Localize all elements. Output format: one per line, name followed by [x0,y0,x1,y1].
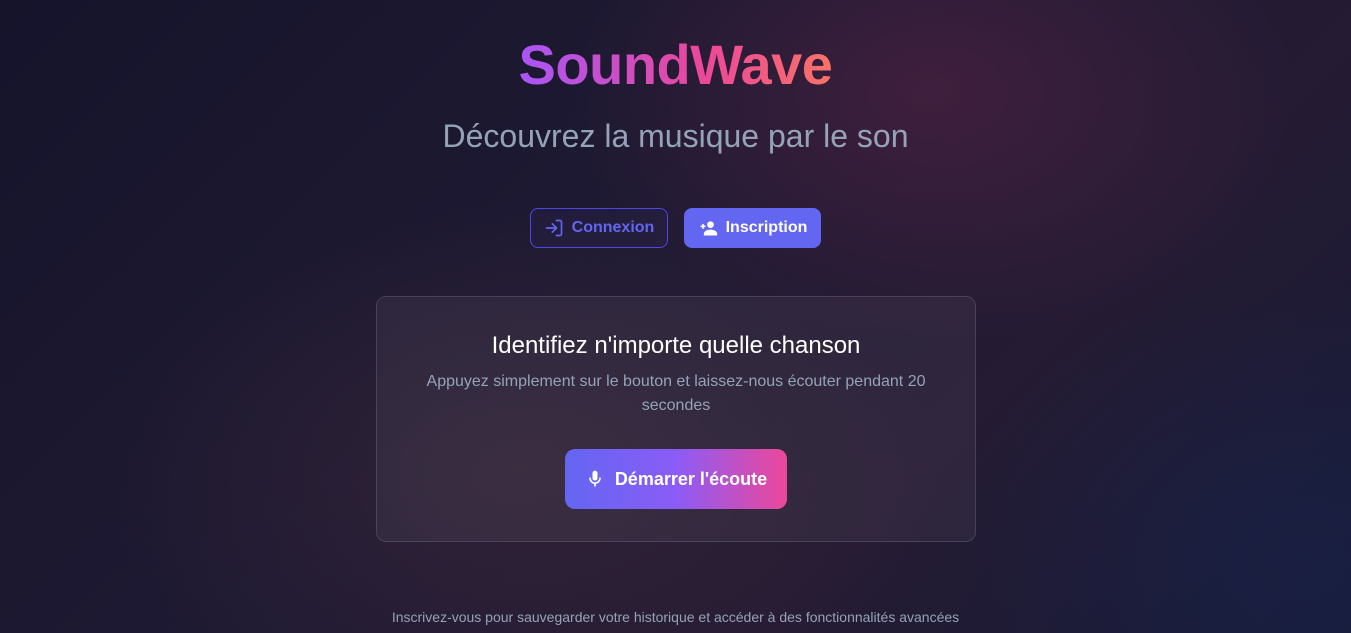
landing-page: SoundWave Découvrez la musique par le so… [0,0,1351,633]
login-button[interactable]: Connexion [530,208,668,248]
login-icon [544,218,564,238]
signup-button-label: Inscription [725,219,808,236]
app-title-text: SoundWave [518,33,833,96]
person-add-icon [698,218,718,238]
signup-hint: Inscrivez-vous pour sauvegarder votre hi… [391,609,960,625]
microphone-icon [585,469,605,489]
start-listening-label: Démarrer l'écoute [614,468,768,489]
login-button-label: Connexion [571,219,655,236]
app-title: SoundWave [0,32,1351,98]
card-title: Identifiez n'importe quelle chanson [491,332,861,359]
start-listening-button[interactable]: Démarrer l'écoute [565,449,787,509]
signup-button[interactable]: Inscription [684,208,821,248]
card-description: Appuyez simplement sur le bouton et lais… [426,373,926,414]
identify-card: Identifiez n'importe quelle chanson Appu… [376,296,976,542]
auth-buttons: Connexion Inscription [0,208,1351,248]
app-tagline: Découvrez la musique par le son [442,118,909,154]
